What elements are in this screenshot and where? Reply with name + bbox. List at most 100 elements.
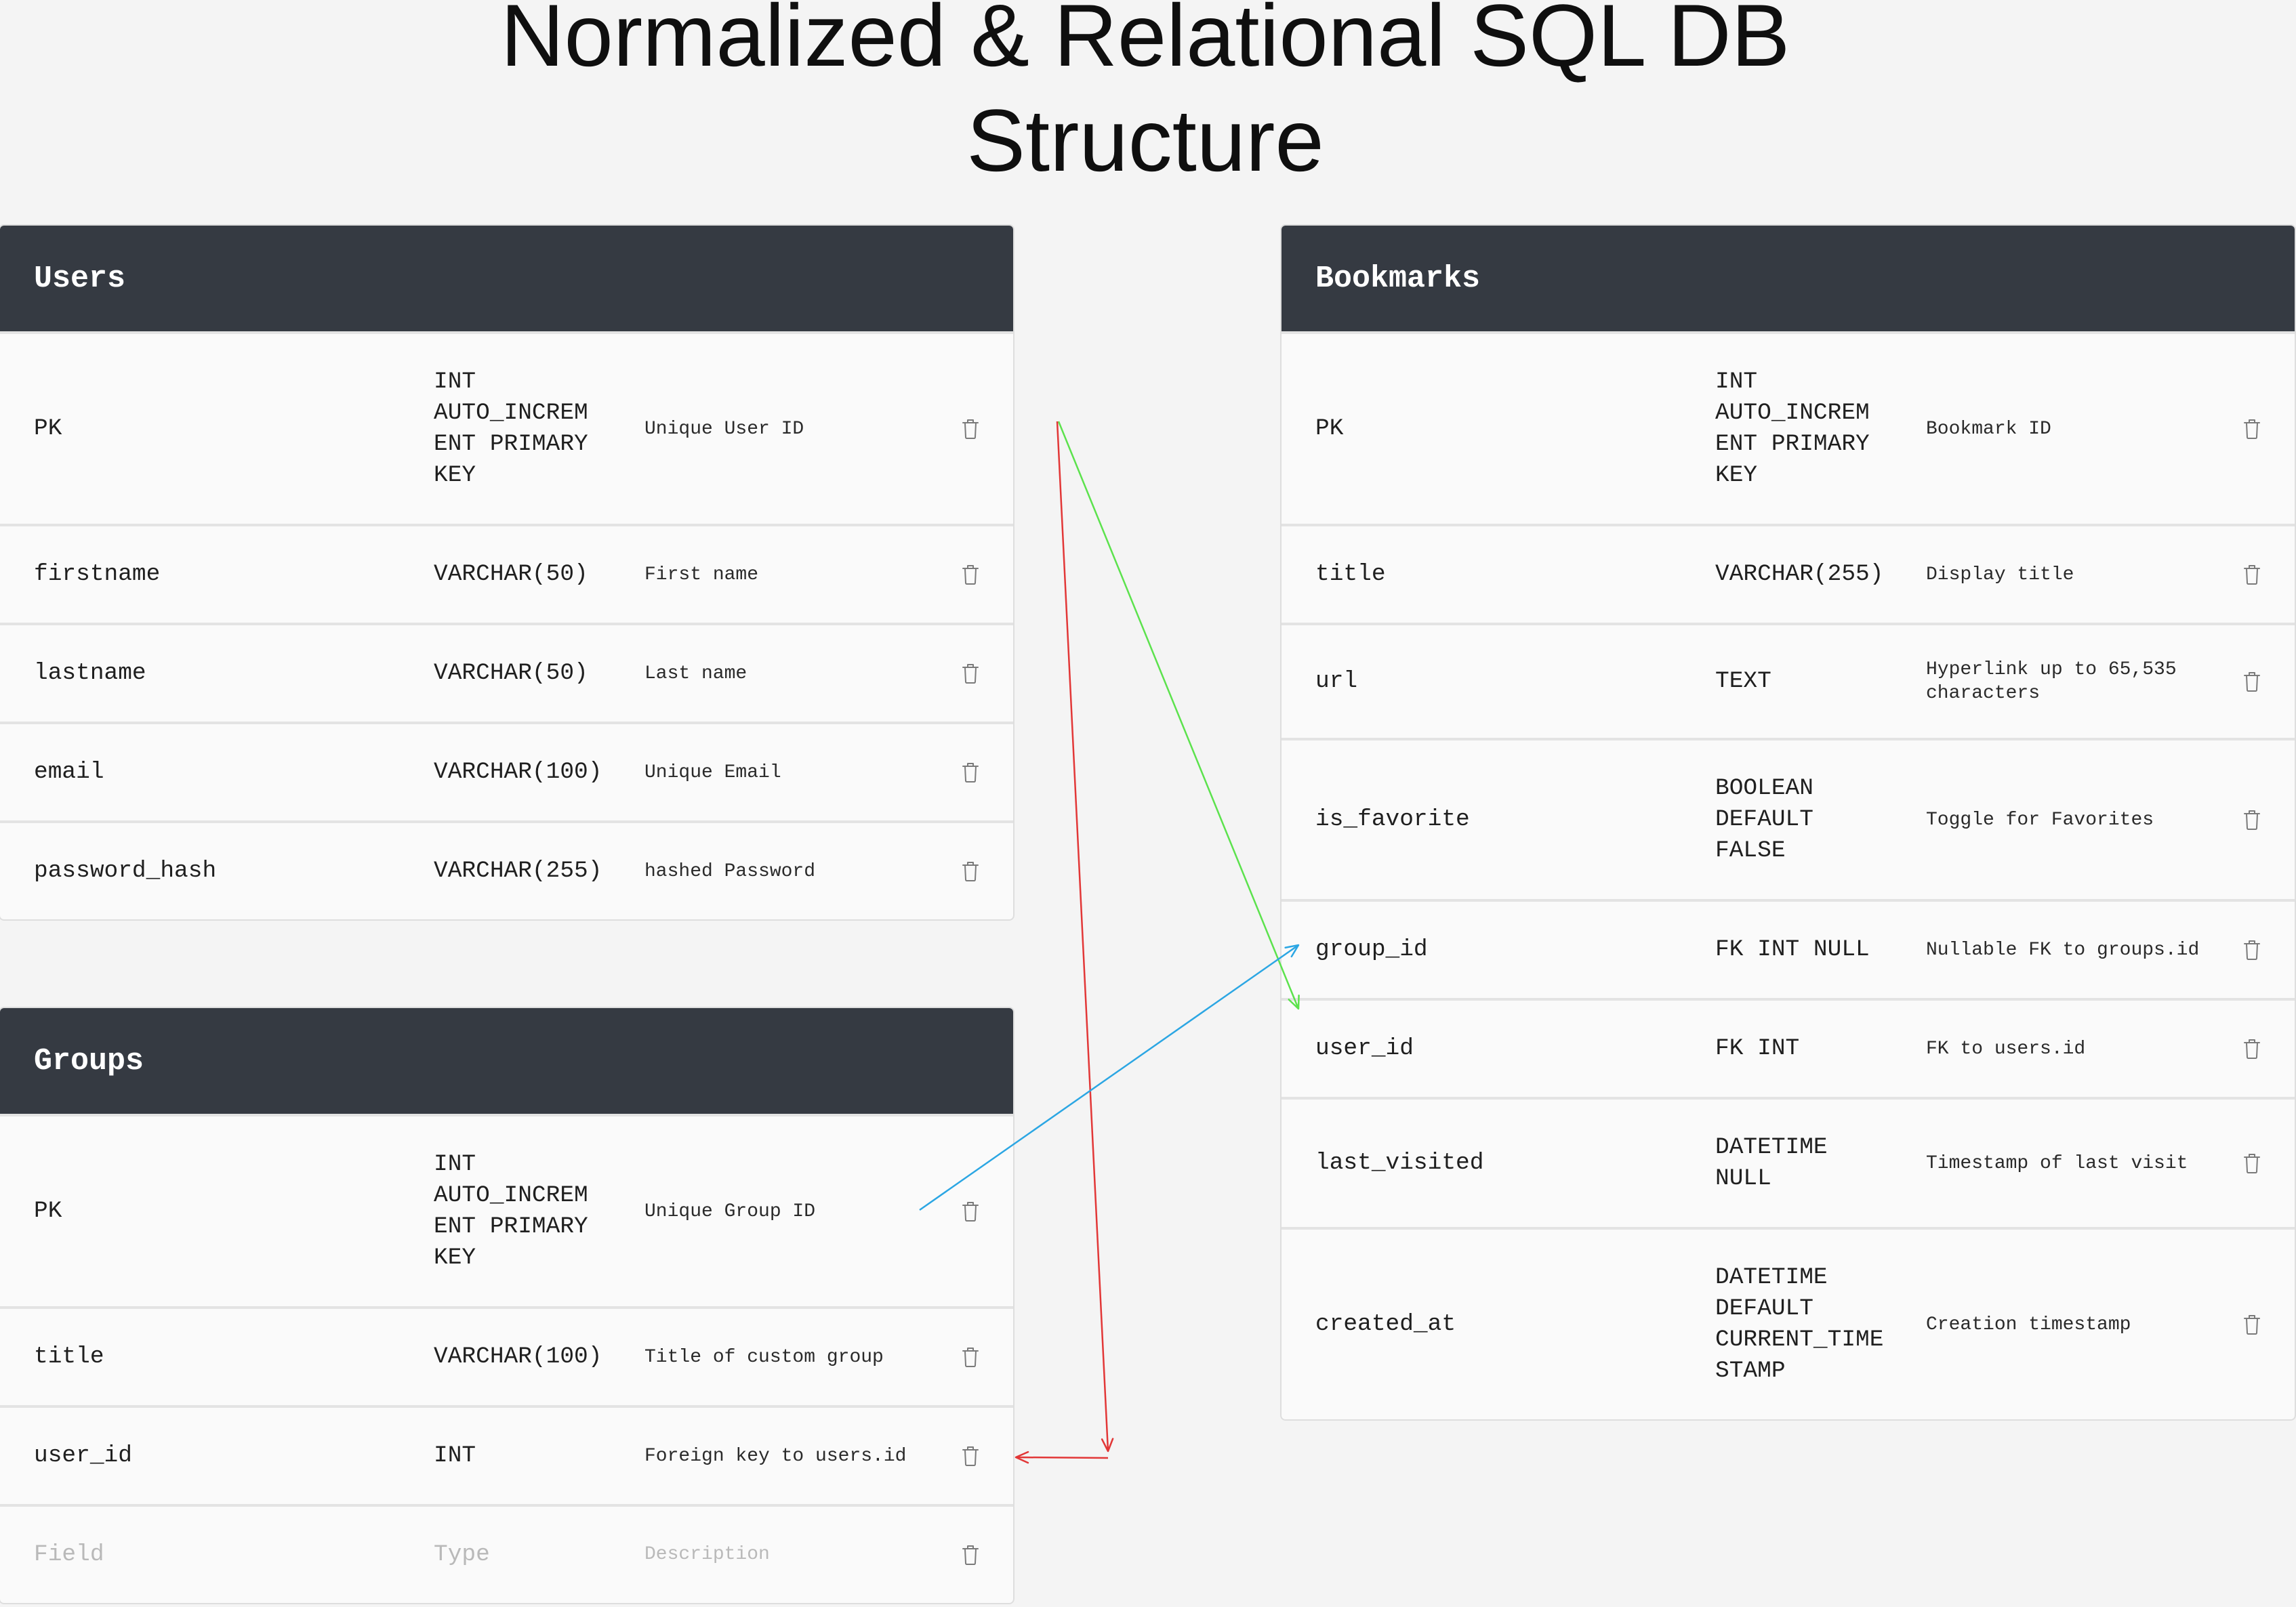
field-description: Hyperlink up to 65,535 characters bbox=[1926, 659, 2177, 704]
delete-row-button[interactable] bbox=[2243, 1152, 2261, 1174]
bookmarks-row: last_visited DATETIME NULL Timestamp of … bbox=[1282, 1100, 2295, 1227]
arrow-users-to-groups-user-id bbox=[1056, 421, 1114, 1453]
field-type: TEXT bbox=[1715, 668, 1771, 694]
new-field-type-input[interactable] bbox=[434, 1539, 623, 1570]
delete-row-button[interactable] bbox=[962, 761, 979, 783]
field-type: FK INT NULL bbox=[1715, 936, 1870, 963]
field-type-cell: TEXT bbox=[1715, 666, 1926, 697]
delete-row-button[interactable] bbox=[962, 1544, 979, 1566]
field-name: group_id bbox=[1315, 936, 1428, 963]
bookmarks-row: url TEXT Hyperlink up to 65,535 characte… bbox=[1282, 625, 2295, 738]
field-type: INT AUTO_INCREM​ENT PRIMARY KEY bbox=[434, 1151, 588, 1271]
table-header: Groups bbox=[0, 1008, 1013, 1114]
field-name: lastname bbox=[34, 660, 146, 686]
trash-icon bbox=[962, 1202, 979, 1222]
field-type: INT bbox=[434, 1442, 476, 1469]
bookmarks-row: title VARCHAR(255) Display title bbox=[1282, 526, 2295, 623]
field-description: Last name bbox=[644, 663, 747, 684]
delete-row-button[interactable] bbox=[2243, 671, 2261, 692]
field-type: DATETIME DEFAULT CURRENT_TIMESTAMP bbox=[1715, 1264, 1884, 1384]
trash-icon bbox=[962, 1545, 979, 1565]
field-description: Unique Group ID bbox=[644, 1201, 816, 1222]
field-name: created_at bbox=[1315, 1311, 1456, 1337]
trash-icon bbox=[2244, 1315, 2260, 1335]
users-row: PK INT AUTO_INCREM​ENT PRIMARY KEY Uniqu… bbox=[0, 334, 1013, 524]
delete-row-button[interactable] bbox=[2243, 1038, 2261, 1060]
trash-icon bbox=[962, 862, 979, 881]
groups-row: user_id INT Foreign key to users.id bbox=[0, 1408, 1013, 1504]
field-type: BOOLEAN DEFAULT FALSE bbox=[1715, 775, 1813, 864]
table-title: Users bbox=[34, 261, 126, 296]
field-name: email bbox=[34, 759, 104, 785]
trash-icon bbox=[2244, 1039, 2260, 1059]
trash-icon bbox=[2244, 810, 2260, 830]
field-name: url bbox=[1315, 668, 1358, 694]
field-name: last_visited bbox=[1315, 1150, 1484, 1176]
new-description-cell bbox=[644, 1539, 936, 1570]
new-field-name-input[interactable] bbox=[34, 1539, 413, 1570]
groups-row: PK INT AUTO_INCREM​ENT PRIMARY KEY Uniqu… bbox=[0, 1116, 1013, 1306]
bookmarks-table: Bookmarks PK INT AUTO_INCREM​ENT PRIMARY… bbox=[1282, 226, 2295, 1419]
trash-icon bbox=[2244, 1154, 2260, 1173]
field-description: Bookmark ID bbox=[1926, 418, 2051, 440]
delete-row-button[interactable] bbox=[962, 1201, 979, 1222]
field-name: user_id bbox=[34, 1442, 132, 1469]
new-row bbox=[0, 1507, 1013, 1603]
field-name: firstname bbox=[34, 561, 161, 587]
field-type-cell: DATETIME DEFAULT CURRENT_TIMESTAMP bbox=[1715, 1262, 1926, 1387]
users-row: password_hash VARCHAR(255) hashed Passwo… bbox=[0, 823, 1013, 919]
field-type-cell: FK INT NULL bbox=[1715, 934, 1926, 965]
field-type-cell: VARCHAR(100) bbox=[434, 757, 644, 788]
delete-row-button[interactable] bbox=[2243, 418, 2261, 440]
delete-row-button[interactable] bbox=[962, 564, 979, 585]
groups-table: Groups PK INT AUTO_INCREM​ENT PRIMARY KE… bbox=[0, 1008, 1013, 1603]
field-description: Unique User ID bbox=[644, 418, 804, 440]
bookmarks-row: is_favorite BOOLEAN DEFAULT FALSE Toggle… bbox=[1282, 740, 2295, 899]
field-description: hashed Password bbox=[644, 860, 816, 882]
field-type-cell: INT AUTO_INCREM​ENT PRIMARY KEY bbox=[434, 367, 644, 491]
field-type-cell: INT bbox=[434, 1440, 644, 1472]
arrow-users-to-bookmarks-user-id bbox=[1057, 421, 1300, 1010]
trash-icon bbox=[962, 565, 979, 585]
bookmarks-row: group_id FK INT NULL Nullable FK to grou… bbox=[1282, 902, 2295, 998]
bookmarks-row: user_id FK INT FK to users.id bbox=[1282, 1001, 2295, 1097]
field-name: title bbox=[34, 1343, 104, 1370]
field-type-cell: BOOLEAN DEFAULT FALSE bbox=[1715, 773, 1926, 867]
users-table: Users PK INT AUTO_INCREM​ENT PRIMARY KEY… bbox=[0, 226, 1013, 919]
field-name: is_favorite bbox=[1315, 806, 1470, 833]
delete-row-button[interactable] bbox=[2243, 939, 2261, 961]
trash-icon bbox=[2244, 419, 2260, 439]
new-type-cell bbox=[434, 1539, 644, 1570]
field-name: PK bbox=[1315, 415, 1344, 442]
field-description: Display title bbox=[1926, 564, 2074, 585]
field-description: First name bbox=[644, 564, 759, 585]
field-description: Unique Email bbox=[644, 761, 781, 783]
delete-row-button[interactable] bbox=[2243, 809, 2261, 831]
field-type-cell: VARCHAR(50) bbox=[434, 559, 644, 590]
groups-row: title VARCHAR(100) Title of custom group bbox=[0, 1309, 1013, 1405]
field-type-cell: VARCHAR(255) bbox=[1715, 559, 1926, 590]
new-field-description-input[interactable] bbox=[644, 1539, 929, 1570]
field-name: PK bbox=[34, 1198, 62, 1224]
delete-row-button[interactable] bbox=[2243, 564, 2261, 585]
page-title-line-2: Structure bbox=[966, 91, 1324, 190]
delete-row-button[interactable] bbox=[962, 1445, 979, 1467]
trash-icon bbox=[962, 763, 979, 782]
table-header: Bookmarks bbox=[1282, 226, 2295, 331]
field-description: Creation timestamp bbox=[1926, 1314, 2131, 1335]
trash-icon bbox=[962, 1348, 979, 1367]
field-description: Title of custom group bbox=[644, 1346, 884, 1368]
delete-row-button[interactable] bbox=[962, 663, 979, 684]
delete-row-button[interactable] bbox=[962, 418, 979, 440]
delete-row-button[interactable] bbox=[962, 860, 979, 882]
field-name: PK bbox=[34, 415, 62, 442]
delete-row-button[interactable] bbox=[2243, 1314, 2261, 1335]
field-type: DATETIME NULL bbox=[1715, 1134, 1828, 1192]
delete-row-button[interactable] bbox=[962, 1346, 979, 1368]
new-field-cell bbox=[34, 1539, 434, 1570]
field-type: INT AUTO_INCREM​ENT PRIMARY KEY bbox=[434, 369, 588, 488]
arrow-users-to-groups-user-id-end bbox=[1014, 1451, 1109, 1464]
field-type-cell: VARCHAR(255) bbox=[434, 856, 644, 887]
table-body: PK INT AUTO_INCREM​ENT PRIMARY KEY Uniqu… bbox=[0, 1116, 1013, 1603]
trash-icon bbox=[2244, 672, 2260, 692]
